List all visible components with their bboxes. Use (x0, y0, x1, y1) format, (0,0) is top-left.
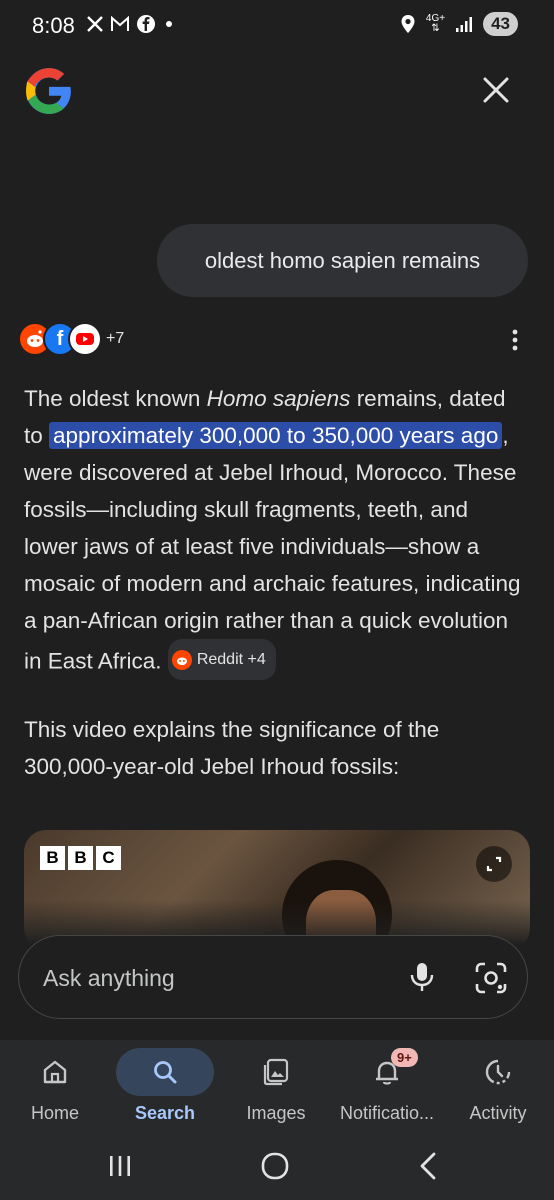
status-time: 8:08 (32, 13, 75, 38)
bbc-logo: B B C (40, 846, 121, 870)
network-type: 4G+ ⇅ (425, 13, 446, 34)
signal-icon (456, 17, 473, 32)
recent-apps-icon[interactable] (100, 1150, 140, 1182)
dot-icon (166, 21, 172, 27)
user-query-bubble: oldest homo sapien remains (157, 224, 528, 297)
nav-activity-icon-wrap (449, 1048, 547, 1096)
nav-images-label: Images (246, 1103, 306, 1123)
expand-icon (486, 856, 502, 872)
nav-images[interactable]: Images (221, 1040, 331, 1132)
nav-activity[interactable]: Activity (443, 1040, 553, 1132)
source-icons[interactable]: f +7 (18, 322, 124, 356)
ai-answer: The oldest known Homo sapiens remains, d… (24, 380, 524, 785)
ask-placeholder: Ask anything (43, 965, 175, 991)
youtube-icon (68, 322, 102, 356)
back-icon[interactable] (410, 1150, 450, 1182)
answer-paragraph-2: This video explains the significance of … (24, 717, 440, 779)
camera-lens-icon[interactable] (473, 960, 509, 996)
nav-search[interactable]: Search (110, 1040, 220, 1132)
user-query-text: oldest homo sapien remains (204, 247, 481, 273)
nav-notifications-label: Notificatio... (339, 1103, 435, 1123)
system-status: 4G+ ⇅ 43 (400, 12, 518, 36)
nav-notifications-icon-wrap (338, 1048, 436, 1096)
system-navigation (0, 1132, 554, 1200)
nav-home-label: Home (30, 1103, 79, 1123)
nav-search-label: Search (134, 1103, 196, 1123)
battery-indicator: 43 (483, 12, 518, 36)
more-sources-count: +7 (106, 330, 125, 347)
notification-icons (86, 14, 176, 34)
nav-images-icon-wrap (227, 1048, 325, 1096)
highlighted-date-range: approximately 300,000 to 350,000 years a… (49, 422, 503, 449)
status-bar: 8:08 4G+ ⇅ 43 (0, 0, 554, 52)
nav-search-icon-wrap (116, 1048, 214, 1096)
images-icon (263, 1058, 289, 1086)
search-icon (154, 1061, 177, 1084)
nav-notifications[interactable]: 9+ Notificatio... (332, 1040, 442, 1132)
gmail-icon (111, 15, 129, 31)
nav-home[interactable]: Home (0, 1040, 110, 1132)
expand-video-button[interactable] (476, 846, 512, 882)
reddit-citation-icon (171, 649, 192, 670)
facebook-icon (137, 15, 155, 33)
nav-activity-label: Activity (469, 1103, 527, 1123)
ask-input[interactable]: Ask anything (18, 935, 528, 1019)
answer-paragraph-1: The oldest known Homo sapiens remains, d… (24, 380, 524, 680)
x-app-icon (87, 16, 103, 32)
location-icon (401, 15, 415, 33)
close-icon[interactable] (478, 72, 514, 108)
bottom-navigation: Home Search Images 9+ Notificatio... Act… (0, 1040, 554, 1132)
more-options-icon[interactable] (500, 325, 530, 355)
citation-chip[interactable]: Reddit +4 (167, 639, 276, 680)
google-g-logo (26, 68, 71, 114)
notification-badge: 9+ (391, 1048, 418, 1067)
mic-icon[interactable] (405, 960, 439, 994)
home-icon (43, 1060, 67, 1084)
home-button-icon[interactable] (255, 1150, 295, 1182)
italic-species: Homo sapiens (206, 386, 351, 411)
activity-icon (485, 1059, 511, 1085)
nav-home-icon-wrap (6, 1048, 104, 1096)
